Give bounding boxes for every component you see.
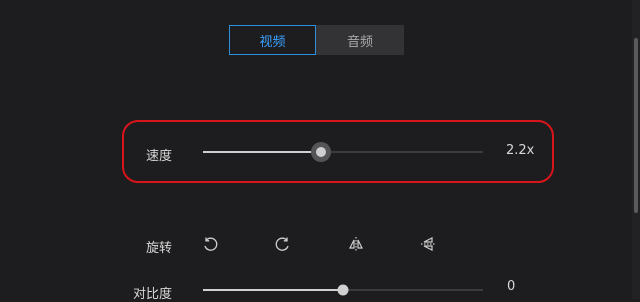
tab-bar: 视频 音频 — [229, 25, 404, 55]
speed-label: 速度 — [146, 149, 173, 164]
flip-horizontal-icon[interactable] — [347, 235, 365, 253]
flip-vertical-icon[interactable] — [419, 235, 437, 253]
contrast-slider[interactable] — [203, 284, 483, 296]
tab-audio[interactable]: 音频 — [316, 25, 404, 55]
speed-slider-thumb[interactable] — [310, 142, 331, 162]
tab-video[interactable]: 视频 — [229, 25, 316, 55]
contrast-slider-thumb[interactable] — [337, 284, 349, 296]
rotate-ccw-icon[interactable] — [201, 235, 219, 253]
speed-value: 2.2x — [506, 143, 535, 158]
scrollbar-thumb[interactable] — [634, 38, 638, 213]
contrast-label: 对比度 — [133, 287, 173, 302]
contrast-value: 0 — [507, 279, 516, 294]
speed-slider-fill — [203, 151, 321, 153]
scrollbar[interactable] — [632, 0, 640, 299]
rotate-label: 旋转 — [146, 241, 173, 256]
contrast-slider-fill — [203, 289, 343, 291]
speed-slider[interactable] — [203, 142, 483, 162]
rotate-cw-icon[interactable] — [274, 235, 292, 253]
